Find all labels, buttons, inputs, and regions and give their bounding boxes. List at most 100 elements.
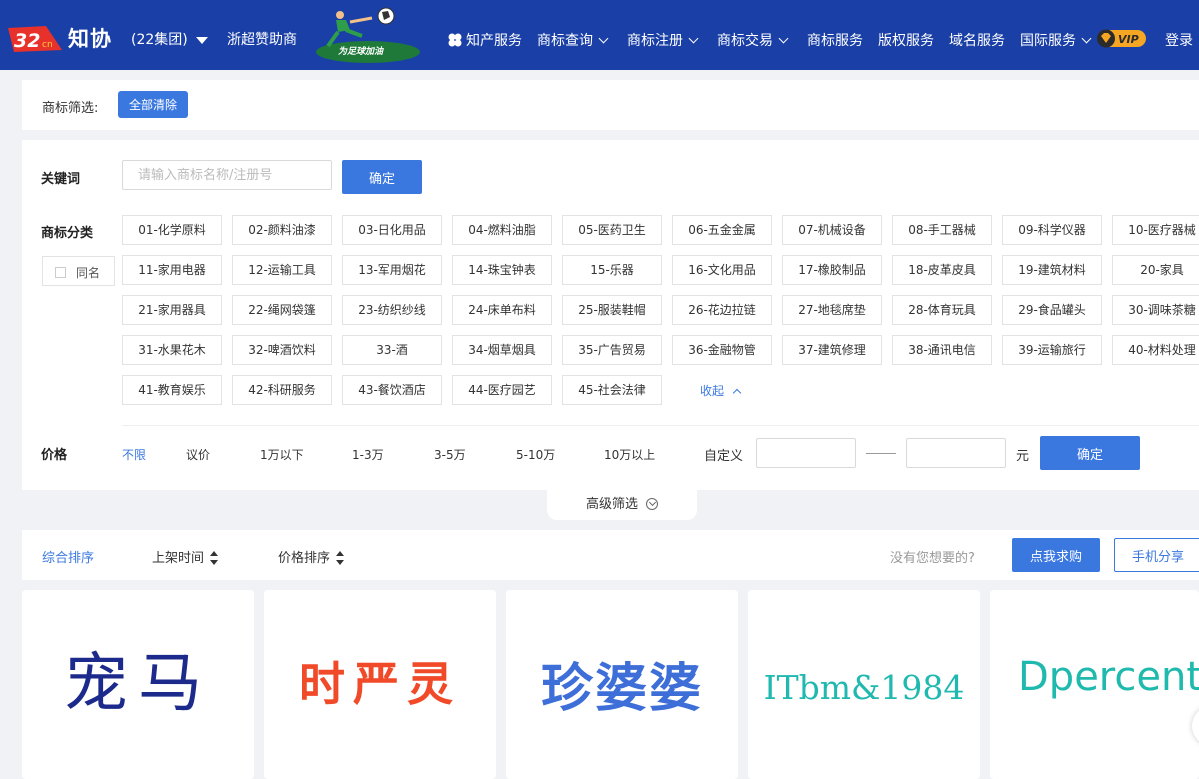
price-confirm-button[interactable]: 确定 <box>1040 436 1140 470</box>
price-option-50k-100k[interactable]: 5-10万 <box>516 446 555 463</box>
category-option[interactable]: 09-科学仪器 <box>1002 215 1102 245</box>
nav-domain[interactable]: 域名服务 <box>949 30 1005 50</box>
category-option[interactable]: 45-社会法律 <box>562 375 662 405</box>
price-option-under-10k[interactable]: 1万以下 <box>260 446 304 463</box>
category-option[interactable]: 27-地毯席垫 <box>782 295 882 325</box>
nav-copyright[interactable]: 版权服务 <box>878 30 934 50</box>
category-option[interactable]: 15-乐器 <box>562 255 662 285</box>
sort-composite[interactable]: 综合排序 <box>42 547 94 566</box>
category-option[interactable]: 25-服装鞋帽 <box>562 295 662 325</box>
same-name-checkbox[interactable]: 同名 <box>42 256 115 286</box>
category-option[interactable]: 11-家用电器 <box>122 255 222 285</box>
category-option[interactable]: 44-医疗园艺 <box>452 375 552 405</box>
range-dash <box>866 453 896 454</box>
price-option-negotiable[interactable]: 议价 <box>186 446 210 463</box>
price-min-input[interactable] <box>756 438 856 468</box>
category-option[interactable]: 04-燃料油脂 <box>452 215 552 245</box>
football-player-icon <box>316 7 420 63</box>
price-option-10k-30k[interactable]: 1-3万 <box>352 446 384 463</box>
category-option[interactable]: 21-家用器具 <box>122 295 222 325</box>
nav-trademark-register[interactable]: 商标注册 <box>627 30 699 50</box>
keyword-confirm-button[interactable]: 确定 <box>342 160 422 194</box>
category-option[interactable]: 40-材料处理 <box>1112 335 1199 365</box>
price-max-input[interactable] <box>906 438 1006 468</box>
category-option[interactable]: 10-医疗器械 <box>1112 215 1199 245</box>
sort-price[interactable]: 价格排序 <box>278 547 345 566</box>
category-option[interactable]: 20-家具 <box>1112 255 1199 285</box>
category-option[interactable]: 05-医药卫生 <box>562 215 662 245</box>
sort-listing-time[interactable]: 上架时间 <box>152 547 219 566</box>
category-option[interactable]: 33-酒 <box>342 335 442 365</box>
category-option[interactable]: 34-烟草烟具 <box>452 335 552 365</box>
svg-text:cn: cn <box>42 40 53 50</box>
category-option[interactable]: 24-床单布料 <box>452 295 552 325</box>
category-option[interactable]: 19-建筑材料 <box>1002 255 1102 285</box>
trademark-mark: 时严灵 <box>299 657 461 711</box>
category-option[interactable]: 36-金融物管 <box>672 335 772 365</box>
request-purchase-button[interactable]: 点我求购 <box>1012 538 1100 572</box>
category-option[interactable]: 43-餐饮酒店 <box>342 375 442 405</box>
keyword-input[interactable] <box>122 160 332 190</box>
trademark-card[interactable]: 宠马 <box>22 590 254 779</box>
category-option[interactable]: 17-橡胶制品 <box>782 255 882 285</box>
category-option[interactable]: 16-文化用品 <box>672 255 772 285</box>
collapse-toggle[interactable]: 收起 <box>700 382 742 399</box>
category-option[interactable]: 41-教育娱乐 <box>122 375 222 405</box>
trademark-card[interactable]: Dpercent <box>990 590 1199 779</box>
top-header: 32 cn 知协 (22集团) 浙超赞助商 为足球加油 知产服务 商标查询 商标… <box>0 0 1199 70</box>
category-option[interactable]: 29-食品罐头 <box>1002 295 1102 325</box>
price-option-30k-50k[interactable]: 3-5万 <box>434 446 466 463</box>
category-option[interactable]: 01-化学原料 <box>122 215 222 245</box>
mobile-share-button[interactable]: 手机分享 <box>1114 538 1199 572</box>
category-option[interactable]: 13-军用烟花 <box>342 255 442 285</box>
vip-badge[interactable]: VIP <box>1096 28 1148 49</box>
category-option[interactable]: 28-体育玩具 <box>892 295 992 325</box>
category-option[interactable]: 39-运输旅行 <box>1002 335 1102 365</box>
category-option[interactable]: 31-水果花木 <box>122 335 222 365</box>
category-option[interactable]: 30-调味茶糖 <box>1112 295 1199 325</box>
group-selector[interactable]: (22集团) <box>131 29 208 49</box>
nav-label: 商标查询 <box>537 33 593 49</box>
login-link[interactable]: 登录 <box>1165 30 1193 50</box>
nav-ip-services[interactable]: 知产服务 <box>466 30 522 50</box>
category-option[interactable]: 03-日化用品 <box>342 215 442 245</box>
nav-international[interactable]: 国际服务 <box>1020 30 1092 50</box>
category-option[interactable]: 23-纺织纱线 <box>342 295 442 325</box>
price-option-over-100k[interactable]: 10万以上 <box>604 446 655 463</box>
category-option[interactable]: 38-通讯电信 <box>892 335 992 365</box>
sponsor-link[interactable]: 浙超赞助商 <box>227 29 297 49</box>
category-option[interactable]: 32-啤酒饮料 <box>232 335 332 365</box>
category-option[interactable]: 42-科研服务 <box>232 375 332 405</box>
clover-icon <box>448 33 462 47</box>
trademark-card[interactable]: 珍婆婆 <box>506 590 738 779</box>
logo-mark-icon: 32 cn <box>8 26 62 52</box>
advanced-filter-label: 高级筛选 <box>585 497 638 512</box>
nav-trademark-search[interactable]: 商标查询 <box>537 30 609 50</box>
category-option[interactable]: 06-五金金属 <box>672 215 772 245</box>
category-option[interactable]: 08-手工器械 <box>892 215 992 245</box>
trademark-card[interactable]: 时严灵 <box>264 590 496 779</box>
category-option[interactable]: 12-运输工具 <box>232 255 332 285</box>
category-option[interactable]: 18-皮革皮具 <box>892 255 992 285</box>
category-option[interactable]: 22-绳网袋篷 <box>232 295 332 325</box>
trademark-card[interactable]: ITbm&1984 <box>748 590 980 779</box>
price-label: 价格 <box>41 448 68 463</box>
price-option-unlimited[interactable]: 不限 <box>122 446 146 463</box>
football-banner[interactable]: 为足球加油 <box>310 6 422 66</box>
advanced-filter-toggle[interactable]: 高级筛选 <box>547 490 697 520</box>
clear-all-button[interactable]: 全部清除 <box>118 91 188 118</box>
category-option[interactable]: 37-建筑修理 <box>782 335 882 365</box>
category-option[interactable]: 26-花边拉链 <box>672 295 772 325</box>
nav-trademark-service[interactable]: 商标服务 <box>807 30 863 50</box>
same-name-label: 同名 <box>76 266 101 280</box>
category-option[interactable]: 14-珠宝钟表 <box>452 255 552 285</box>
selected-filter-bar: 商标筛选: 全部清除 <box>22 80 1199 130</box>
chevron-down-icon <box>598 33 609 44</box>
filter-label: 商标筛选: <box>42 101 99 116</box>
category-option[interactable]: 07-机械设备 <box>782 215 882 245</box>
nav-trademark-trade[interactable]: 商标交易 <box>717 30 789 50</box>
category-option[interactable]: 02-颜料油漆 <box>232 215 332 245</box>
svg-text:32: 32 <box>14 30 40 52</box>
site-logo[interactable]: 32 cn 知协 <box>6 22 116 54</box>
category-option[interactable]: 35-广告贸易 <box>562 335 662 365</box>
